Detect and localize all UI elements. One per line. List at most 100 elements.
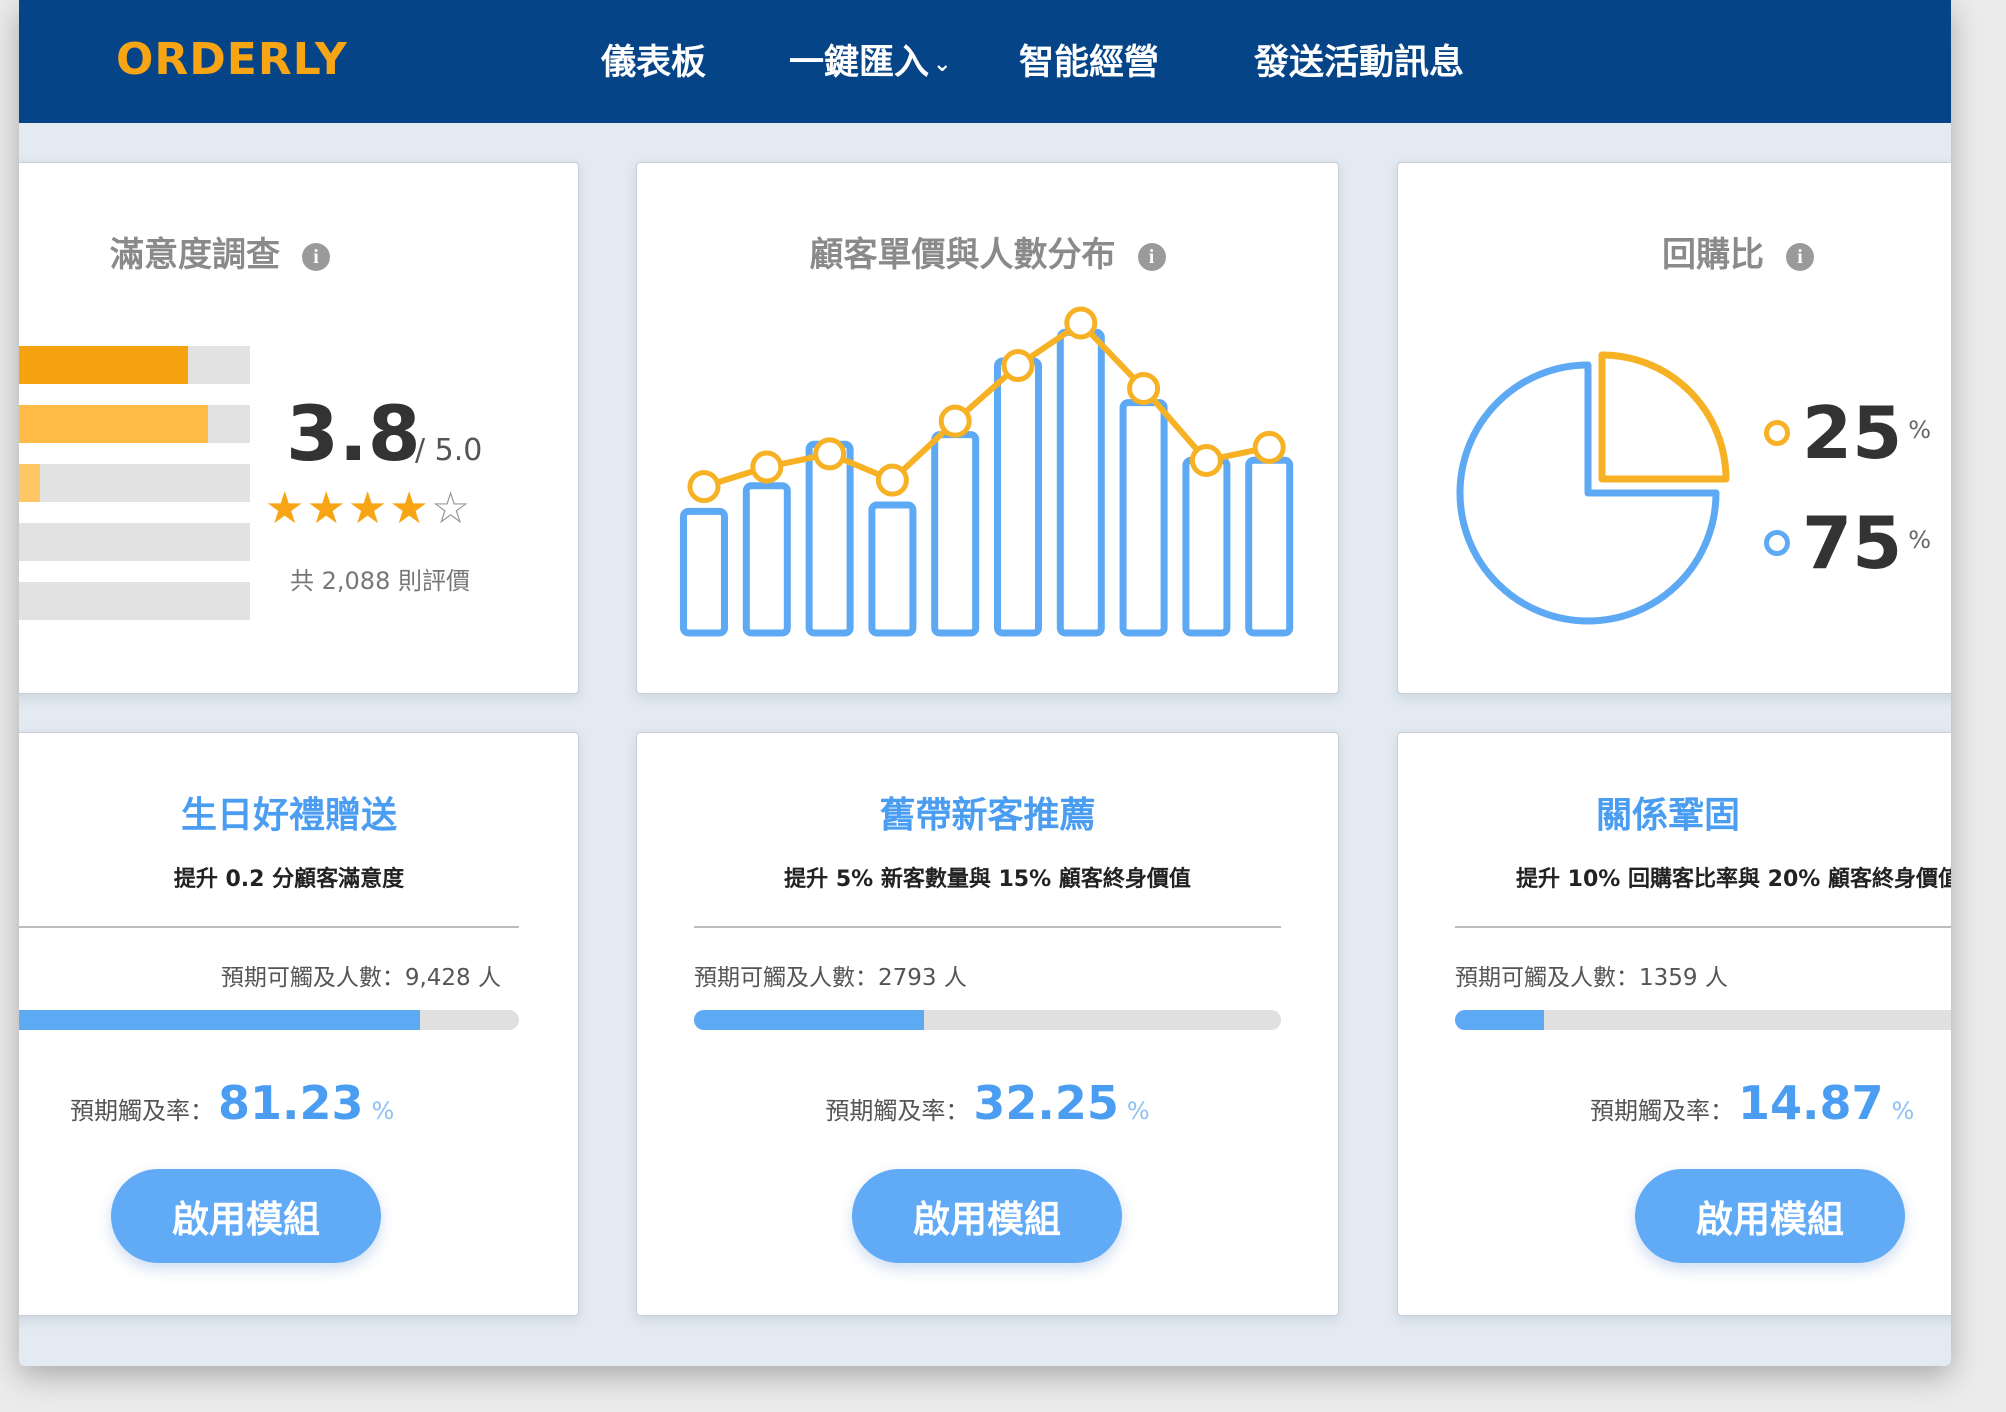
module-reach: 預期可觸及人數：1359 人	[1455, 965, 1728, 991]
rating-bar-2-star	[19, 523, 250, 561]
nav-item-dashboard[interactable]: 儀表板	[601, 34, 706, 85]
module-rate: 預期觸及率：32.25%	[637, 1076, 1338, 1130]
star-rating: ★★★★☆	[265, 483, 472, 534]
rating-bar-1-star	[19, 582, 250, 620]
chart-bar	[1119, 399, 1168, 637]
module-reach: 預期可觸及人數：9,428 人	[220, 965, 501, 991]
chart-point	[1001, 349, 1035, 383]
info-icon[interactable]: i	[1786, 242, 1814, 271]
chart-point	[1252, 430, 1286, 464]
rating-bar-3-star	[19, 464, 250, 502]
module-rate-label: 預期觸及率：	[70, 1097, 214, 1125]
info-icon[interactable]: i	[302, 242, 330, 271]
nav-item-import[interactable]: 一鍵匯入 ⌄	[789, 34, 951, 85]
rating-bar-5-star	[19, 346, 250, 384]
rating-score: 3.8	[286, 389, 421, 478]
module-subtitle: 提升 10% 回購客比率與 20% 顧客終身價值	[1516, 867, 1951, 892]
star-filled-icon: ★	[306, 483, 348, 534]
module-rate-unit: %	[1126, 1097, 1150, 1125]
repurchase-unit-1: %	[1908, 415, 1932, 444]
rating-bar-fill	[19, 346, 188, 384]
nav-item-send-campaign[interactable]: 發送活動訊息	[1254, 34, 1464, 85]
chart-bar	[805, 440, 854, 637]
star-filled-icon: ★	[265, 483, 307, 534]
chart-bar	[994, 357, 1042, 637]
repurchase-value-1: 25	[1802, 391, 1903, 475]
chart-point	[687, 470, 721, 504]
divider	[694, 926, 1281, 928]
review-count: 共 2,088 則評價	[290, 567, 470, 595]
repurchase-card: 回購比 i 25% 75%	[1397, 162, 1951, 694]
module-progress-bar	[1455, 1010, 1951, 1030]
star-filled-icon: ★	[347, 483, 390, 534]
blue-circle-icon	[1764, 530, 1790, 556]
app-window: ORDERLY 儀表板 一鍵匯入 ⌄ 智能經營 發送活動訊息 滿意度調查 i 3.8…	[19, 0, 1951, 1366]
chart-bar	[868, 501, 917, 637]
module-reach: 預期可觸及人數：2793 人	[694, 965, 967, 991]
divider	[1455, 926, 1951, 928]
module-rate-label: 預期觸及率：	[825, 1097, 970, 1125]
repurchase-pie-chart	[1456, 351, 1730, 625]
module-rate-unit: %	[1891, 1097, 1915, 1125]
pie-slice-25	[1598, 351, 1730, 483]
chart-point	[750, 450, 784, 484]
module-subtitle: 提升 5% 新客數量與 15% 顧客終身價值	[784, 867, 1191, 892]
distribution-chart	[680, 306, 1294, 637]
pie-slice-75	[1456, 361, 1720, 625]
top-navigation-bar: ORDERLY 儀表板 一鍵匯入 ⌄ 智能經營 發送活動訊息	[19, 0, 1951, 123]
module-subtitle: 提升 0.2 分顧客滿意度	[173, 867, 405, 892]
satisfaction-title-text: 滿意度調查	[110, 235, 280, 275]
star-empty-icon: ☆	[430, 483, 473, 534]
repurchase-item-2: 75%	[1764, 501, 1931, 585]
divider	[19, 926, 519, 928]
chart-bar	[1056, 328, 1105, 637]
module-title: 舊帶新客推薦	[879, 795, 1096, 836]
module-rate-unit: %	[371, 1097, 395, 1125]
chart-point	[813, 437, 847, 471]
chart-bar	[1182, 456, 1231, 637]
chart-point	[1127, 371, 1161, 405]
module-card-referral: 舊帶新客推薦 提升 5% 新客數量與 15% 顧客終身價值 預期可觸及人數：27…	[636, 732, 1339, 1316]
module-progress-fill	[694, 1010, 925, 1030]
chart-bar	[680, 507, 728, 637]
chart-point	[875, 463, 909, 497]
module-rate-value: 81.23	[218, 1076, 364, 1130]
module-progress-bar	[19, 1010, 519, 1030]
module-card-birthday: 生日好禮贈送 提升 0.2 分顧客滿意度 預期可觸及人數：9,428 人 預期觸…	[19, 732, 579, 1316]
enable-module-button[interactable]: 啟用模組	[1635, 1169, 1905, 1263]
star-filled-icon: ★	[389, 483, 431, 534]
repurchase-title-text: 回購比	[1662, 235, 1764, 275]
repurchase-item-1: 25%	[1764, 391, 1931, 475]
chart-point	[1064, 306, 1098, 340]
repurchase-title: 回購比 i	[1662, 227, 1814, 276]
nav-item-smart-management[interactable]: 智能經營	[1019, 34, 1159, 85]
chart-bar	[1245, 456, 1294, 637]
module-progress-fill	[19, 1010, 420, 1030]
module-card-retention: 關係鞏固 提升 10% 回購客比率與 20% 顧客終身價值 預期可觸及人數：13…	[1397, 732, 1951, 1316]
enable-module-button[interactable]: 啟用模組	[852, 1169, 1122, 1263]
module-rate-value: 14.87	[1738, 1076, 1884, 1130]
module-rate: 預期觸及率：81.23%	[70, 1076, 394, 1130]
chevron-down-icon: ⌄	[933, 51, 952, 77]
orderly-logo[interactable]: ORDERLY	[116, 34, 348, 85]
enable-module-button[interactable]: 啟用模組	[111, 1169, 381, 1263]
chart-bar	[931, 431, 980, 637]
nav-item-import-label: 一鍵匯入	[789, 43, 930, 83]
repurchase-value-2: 75	[1802, 501, 1903, 585]
distribution-chart-card: 顧客單價與人數分布 i	[636, 162, 1339, 694]
orange-circle-icon	[1764, 420, 1790, 446]
satisfaction-title: 滿意度調查 i	[110, 227, 330, 276]
chart-bar	[742, 482, 791, 637]
module-rate: 預期觸及率：14.87%	[1590, 1076, 1914, 1130]
rating-max: / 5.0	[415, 433, 483, 468]
chart-point	[1189, 443, 1223, 477]
chart-point	[938, 404, 972, 438]
rating-bar-fill	[19, 464, 40, 502]
satisfaction-card: 滿意度調查 i 3.8 / 5.0 ★★★★☆ 共 2,088 則評價	[19, 162, 579, 694]
module-rate-value: 32.25	[973, 1076, 1119, 1130]
module-rate-label: 預期觸及率：	[1590, 1097, 1734, 1125]
module-progress-fill	[1455, 1010, 1545, 1030]
rating-bar-fill	[19, 405, 208, 443]
repurchase-unit-2: %	[1908, 525, 1932, 554]
module-title: 關係鞏固	[1595, 795, 1740, 836]
